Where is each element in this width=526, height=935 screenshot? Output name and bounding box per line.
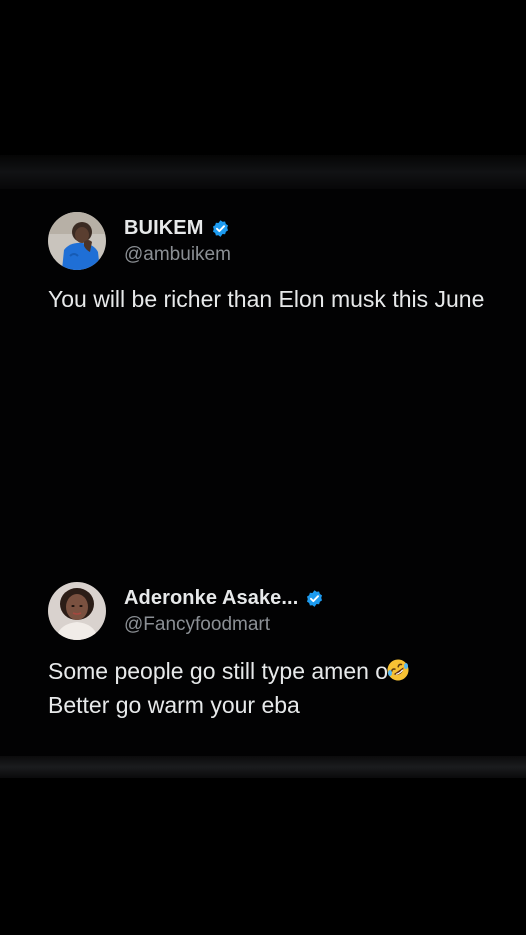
tweet-text: You will be richer than Elon musk this J… (48, 286, 485, 312)
tweet-header: BUIKEM @ambuikem (48, 210, 518, 272)
profile-photo-icon (48, 582, 106, 640)
tweet-author: BUIKEM @ambuikem (124, 217, 231, 266)
tweet-text-line-1: Some people go still type amen o (48, 658, 389, 684)
verified-badge-icon (212, 219, 228, 237)
tweet-header: Aderonke Asake... @Fancyfoodmart (48, 580, 518, 642)
avatar[interactable] (48, 212, 106, 270)
tweet-author: Aderonke Asake... @Fancyfoodmart (124, 587, 324, 636)
tweet-text-line-2: Better go warm your eba (48, 692, 300, 718)
avatar[interactable] (48, 582, 106, 640)
handle[interactable]: @ambuikem (124, 244, 231, 266)
tweet-text: Some people go still type amen o Better … (48, 654, 510, 722)
original-tweet: BUIKEM @ambuikem You will be richer than… (48, 210, 518, 316)
handle[interactable]: @Fancyfoodmart (124, 614, 324, 636)
screenshot-bottom-band (0, 756, 526, 778)
name-row: Aderonke Asake... (124, 587, 324, 610)
reply-tweet: Aderonke Asake... @Fancyfoodmart Some pe… (48, 580, 518, 722)
verified-badge-icon (307, 589, 323, 607)
display-name[interactable]: BUIKEM (124, 217, 204, 240)
profile-photo-icon (48, 212, 106, 270)
screenshot-top-band (0, 155, 526, 189)
name-row: BUIKEM (124, 217, 231, 240)
display-name[interactable]: Aderonke Asake... (124, 587, 298, 610)
rolling-on-floor-laughing-emoji-icon (387, 659, 409, 681)
